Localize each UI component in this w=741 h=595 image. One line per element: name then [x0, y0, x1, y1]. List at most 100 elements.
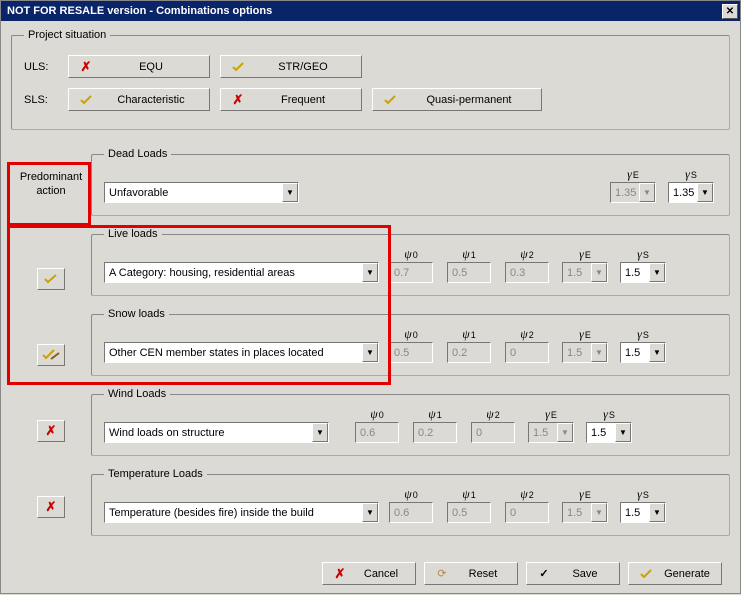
check-icon — [231, 61, 245, 73]
dead-gS-select[interactable]: 1.35 ▼ — [668, 182, 714, 203]
temperature-loads-select[interactable]: Temperature (besides fire) inside the bu… — [104, 502, 379, 523]
wind-psi1: 0.2 — [413, 422, 457, 443]
project-situation-group: Project situation ULS: ✗ EQU STR/GEO SLS… — [11, 29, 730, 130]
gamma-e-label: γE — [579, 488, 591, 500]
gamma-e-label: γE — [579, 328, 591, 340]
gamma-s-label: γS — [637, 488, 649, 500]
temp-gS-select[interactable]: 1.5▼ — [620, 502, 666, 523]
check-icon — [639, 568, 653, 580]
snow-gE-select[interactable]: 1.5▼ — [562, 342, 608, 363]
chevron-down-icon: ▼ — [639, 183, 655, 202]
temp-gS-value: 1.5 — [625, 507, 649, 519]
uls-equ-button[interactable]: ✗ EQU — [68, 55, 210, 78]
temp-psi2: 0 — [505, 502, 549, 523]
temp-psi1: 0.5 — [447, 502, 491, 523]
chevron-down-icon: ▼ — [362, 503, 378, 522]
live-psi1: 0.5 — [447, 262, 491, 283]
psi1-label: ψ1 — [462, 488, 475, 500]
snow-loads-legend: Snow loads — [104, 308, 169, 320]
psi0-label: ψ0 — [370, 408, 383, 420]
window-title: NOT FOR RESALE version - Combinations op… — [7, 5, 272, 17]
gamma-s-label: γS — [603, 408, 615, 420]
psi0-label: ψ0 — [404, 248, 417, 260]
dead-loads-group: Dead Loads Unfavorable ▼ γE 1.35 ▼ — [91, 148, 730, 216]
chevron-down-icon: ▼ — [591, 503, 607, 522]
wind-loads-select[interactable]: Wind loads on structure ▼ — [104, 422, 329, 443]
live-loads-value: A Category: housing, residential areas — [109, 267, 362, 279]
wind-gS-select[interactable]: 1.5▼ — [586, 422, 632, 443]
save-button[interactable]: ✓ Save — [526, 562, 620, 585]
sls-characteristic-button[interactable]: Characteristic — [68, 88, 210, 111]
snow-predominant-toggle[interactable] — [37, 344, 65, 366]
sls-characteristic-label: Characteristic — [103, 94, 199, 106]
live-loads-group: Live loads A Category: housing, resident… — [91, 228, 730, 296]
live-predominant-toggle[interactable] — [37, 268, 65, 290]
sls-frequent-button[interactable]: ✗ Frequent — [220, 88, 362, 111]
chevron-down-icon: ▼ — [282, 183, 298, 202]
snow-loads-select[interactable]: Other CEN member states in places locate… — [104, 342, 379, 363]
live-gS-value: 1.5 — [625, 267, 649, 279]
check-pencil-icon — [41, 348, 61, 362]
chevron-down-icon: ▼ — [649, 263, 665, 282]
live-gE-select[interactable]: 1.5▼ — [562, 262, 608, 283]
snow-gS-value: 1.5 — [625, 347, 649, 359]
temp-gE-select[interactable]: 1.5▼ — [562, 502, 608, 523]
close-icon: ✕ — [726, 6, 734, 17]
gamma-s-label: γS — [637, 248, 649, 260]
psi1-label: ψ1 — [462, 248, 475, 260]
wind-loads-value: Wind loads on structure — [109, 427, 312, 439]
project-situation-legend: Project situation — [24, 29, 110, 41]
generate-button[interactable]: Generate — [628, 562, 722, 585]
psi2-label: ψ2 — [486, 408, 499, 420]
live-gS-select[interactable]: 1.5▼ — [620, 262, 666, 283]
chevron-down-icon: ▼ — [615, 423, 631, 442]
sls-quasi-label: Quasi-permanent — [407, 94, 531, 106]
chevron-down-icon: ▼ — [591, 343, 607, 362]
x-icon: ✗ — [79, 59, 93, 75]
dead-loads-select[interactable]: Unfavorable ▼ — [104, 182, 299, 203]
dead-gE-select[interactable]: 1.35 ▼ — [610, 182, 656, 203]
temperature-loads-group: Temperature Loads Temperature (besides f… — [91, 468, 730, 536]
chevron-down-icon: ▼ — [649, 343, 665, 362]
wind-predominant-toggle[interactable]: ✗ — [37, 420, 65, 442]
temperature-loads-value: Temperature (besides fire) inside the bu… — [109, 507, 362, 519]
temperature-loads-legend: Temperature Loads — [104, 468, 207, 480]
gamma-e-label: γE — [579, 248, 591, 260]
reset-icon: ⟳ — [435, 567, 449, 580]
live-psi2: 0.3 — [505, 262, 549, 283]
x-icon: ✗ — [46, 499, 57, 515]
x-icon: ✗ — [46, 423, 57, 439]
psi2-label: ψ2 — [520, 328, 533, 340]
temperature-predominant-toggle[interactable]: ✗ — [37, 496, 65, 518]
gamma-s-label: γS — [685, 168, 697, 180]
cancel-button[interactable]: ✗ Cancel — [322, 562, 416, 585]
snow-psi0: 0.5 — [389, 342, 433, 363]
close-button[interactable]: ✕ — [722, 4, 738, 19]
sls-frequent-label: Frequent — [255, 94, 351, 106]
live-gE-value: 1.5 — [567, 267, 591, 279]
check-icon — [383, 94, 397, 106]
dead-loads-value: Unfavorable — [109, 187, 282, 199]
dead-loads-legend: Dead Loads — [104, 148, 171, 160]
psi0-label: ψ0 — [404, 488, 417, 500]
generate-label: Generate — [663, 568, 711, 580]
reset-button[interactable]: ⟳ Reset — [424, 562, 518, 585]
save-label: Save — [561, 568, 609, 580]
wind-gE-select[interactable]: 1.5▼ — [528, 422, 574, 443]
wind-loads-group: Wind Loads Wind loads on structure ▼ ψ00… — [91, 388, 730, 456]
gamma-e-label: γE — [545, 408, 557, 420]
chevron-down-icon: ▼ — [362, 263, 378, 282]
uls-strgeo-label: STR/GEO — [255, 61, 351, 73]
live-loads-select[interactable]: A Category: housing, residential areas ▼ — [104, 262, 379, 283]
gamma-s-label: γS — [637, 328, 649, 340]
uls-label: ULS: — [24, 61, 68, 73]
sls-quasi-button[interactable]: Quasi-permanent — [372, 88, 542, 111]
wind-gS-value: 1.5 — [591, 427, 615, 439]
dialog-window: NOT FOR RESALE version - Combinations op… — [0, 0, 741, 594]
psi2-label: ψ2 — [520, 248, 533, 260]
wind-psi2: 0 — [471, 422, 515, 443]
x-icon: ✗ — [231, 92, 245, 108]
uls-strgeo-button[interactable]: STR/GEO — [220, 55, 362, 78]
check-icon — [43, 273, 59, 285]
snow-gS-select[interactable]: 1.5▼ — [620, 342, 666, 363]
